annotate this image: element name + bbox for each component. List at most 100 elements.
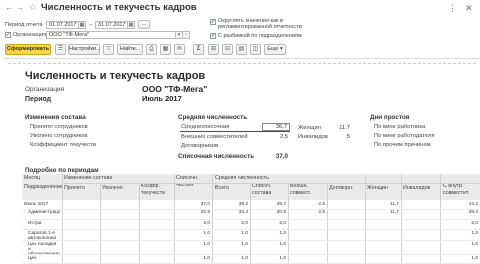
- find-button[interactable]: Найти...: [117, 44, 143, 55]
- print-icon[interactable]: ⎙: [146, 44, 157, 55]
- women-value: 11,7: [339, 125, 350, 131]
- table-cell: 38,4: [468, 210, 478, 215]
- table-cell: 2,5: [318, 202, 325, 207]
- table-cell: 1,0: [241, 256, 248, 261]
- close-icon[interactable]: ✕: [465, 3, 473, 14]
- date-from-input[interactable]: 01.07.2017: [46, 21, 79, 29]
- th-contract: Договорн.: [329, 185, 354, 191]
- idle-employer-label: По вине работодателя: [374, 133, 435, 139]
- more-button[interactable]: Еще ▾: [264, 44, 286, 55]
- layout-icon[interactable]: ◫: [250, 44, 261, 55]
- org-dropdown-icon[interactable]: ▾: [176, 31, 183, 39]
- table-cell: 1,0: [279, 231, 286, 236]
- table-row-name[interactable]: Администрация: [28, 210, 60, 219]
- table-cell: 39,2: [238, 202, 248, 207]
- grid-line: [100, 183, 101, 263]
- back-arrow-icon[interactable]: ←: [5, 3, 13, 13]
- th-turnover: Коэфф. текучести: [141, 183, 166, 196]
- save-icon[interactable]: ▦: [160, 44, 171, 55]
- date-separator: –: [89, 22, 93, 28]
- table-cell: 11,7: [390, 202, 399, 207]
- calendar-to-icon[interactable]: ▦: [128, 21, 135, 29]
- disabled-label: Инвалидов: [298, 134, 328, 140]
- page-ruler: [8, 60, 476, 64]
- list-value: 37,0: [275, 153, 288, 160]
- group-icon[interactable]: ▤: [236, 44, 247, 55]
- avg-label: Среднесписочная: [181, 124, 230, 130]
- th-hired: Принято: [64, 185, 85, 191]
- split-checkbox[interactable]: ✓: [210, 33, 216, 39]
- report-options-icon[interactable]: ☰: [55, 44, 66, 55]
- settings-button[interactable]: Настройки...: [68, 44, 101, 55]
- table-cell: 11,7: [390, 210, 399, 215]
- table-cell: 1,0: [471, 231, 478, 236]
- row-separator: [22, 219, 480, 220]
- th-avg: Средняя численность: [215, 175, 269, 181]
- save-variant-icon[interactable]: ▽: [103, 44, 114, 55]
- round-label: Округлять значения как в регламентирован…: [218, 18, 302, 30]
- report-title: Численность и текучесть кадров: [25, 70, 206, 82]
- ext-label: Внешних совместителей: [181, 134, 248, 140]
- contract-label: Договорников: [181, 143, 219, 149]
- idle-employee-label: По вине работника: [374, 124, 426, 130]
- org-open-icon[interactable]: ▫: [183, 31, 190, 39]
- more-label: Еще: [267, 46, 279, 52]
- date-to-input[interactable]: 31.07.2017: [95, 21, 128, 29]
- disabled-value: 5: [346, 134, 350, 140]
- report-org-value: ООО "ТФ-Мега": [142, 84, 208, 94]
- round-checkbox[interactable]: ✓: [210, 19, 216, 25]
- table-cell: 2,0: [279, 221, 286, 226]
- avg-value[interactable]: 36,7: [262, 123, 290, 131]
- row-separator: [22, 209, 480, 210]
- dismissed-label: Уволено сотрудников: [30, 133, 88, 139]
- row-separator: [22, 229, 480, 230]
- report-period-value: Июль 2017: [142, 94, 182, 103]
- table-cell: 44,2: [468, 202, 478, 207]
- org-input[interactable]: ООО "ТФ-Мега": [46, 31, 176, 39]
- grid-line: [250, 183, 251, 263]
- row-separator: [22, 240, 480, 241]
- org-label: Организация: [13, 32, 47, 38]
- idle-header: Дни простоя: [370, 114, 410, 121]
- hired-label: Принято сотрудников: [30, 124, 88, 130]
- table-cell: 1,0: [471, 256, 478, 261]
- th-internal: С внутр. совместит.: [443, 183, 470, 196]
- detail-header: Подробно по периодам: [25, 167, 99, 174]
- th-total: Всего: [215, 185, 229, 191]
- grid-line: [288, 183, 289, 263]
- calendar-from-icon[interactable]: ▦: [79, 21, 86, 29]
- email-icon[interactable]: ✉: [174, 44, 185, 55]
- turnover-label: Коэффициент текучести: [30, 142, 96, 148]
- sum-icon[interactable]: Σ: [193, 44, 204, 55]
- table-cell: 1,0: [471, 242, 478, 247]
- forward-arrow-icon[interactable]: →: [16, 3, 24, 13]
- period-choice-button[interactable]: ...: [138, 20, 150, 29]
- chevron-down-icon: ▾: [279, 46, 283, 52]
- table-row-name[interactable]: Цех наладки и оборудования: [28, 242, 60, 254]
- org-checkbox[interactable]: ✓: [5, 32, 11, 38]
- th-disabled: Инвалидов: [403, 185, 431, 191]
- table-row-name[interactable]: Цех: [28, 256, 60, 263]
- table-row-name[interactable]: Саратов 1-е автоколонна: [28, 231, 60, 240]
- list-label: Списочная численность: [178, 153, 255, 160]
- collapse-icon[interactable]: ⊟: [222, 44, 233, 55]
- th-dismissed: Уволено: [102, 185, 123, 191]
- favorite-star-icon[interactable]: ☆: [29, 2, 37, 12]
- report-org-label: Организация: [25, 86, 65, 93]
- grid-line: [139, 183, 140, 263]
- title-bar: ← → ☆ Численность и текучесть кадров ⋮ ✕: [0, 0, 480, 17]
- ext-value: 2,5: [279, 134, 288, 140]
- grid-line: [327, 183, 328, 263]
- window-title: Численность и текучесть кадров: [41, 2, 197, 13]
- table-row-name[interactable]: Истра: [28, 221, 60, 229]
- table-cell: 1,0: [203, 256, 210, 261]
- table-cell: 2,0: [203, 221, 210, 226]
- generate-button[interactable]: Сформировать: [5, 44, 51, 55]
- split-label: С разбивкой по подразделениям: [218, 33, 302, 39]
- table-cell: 33,4: [238, 210, 248, 215]
- table-row-name[interactable]: Июль 2017: [24, 202, 60, 209]
- highlight-underline: [180, 131, 290, 132]
- th-composition: Изменение состава: [64, 175, 113, 181]
- more-menu-icon[interactable]: ⋮: [448, 3, 457, 14]
- expand-icon[interactable]: ⊞: [208, 44, 219, 55]
